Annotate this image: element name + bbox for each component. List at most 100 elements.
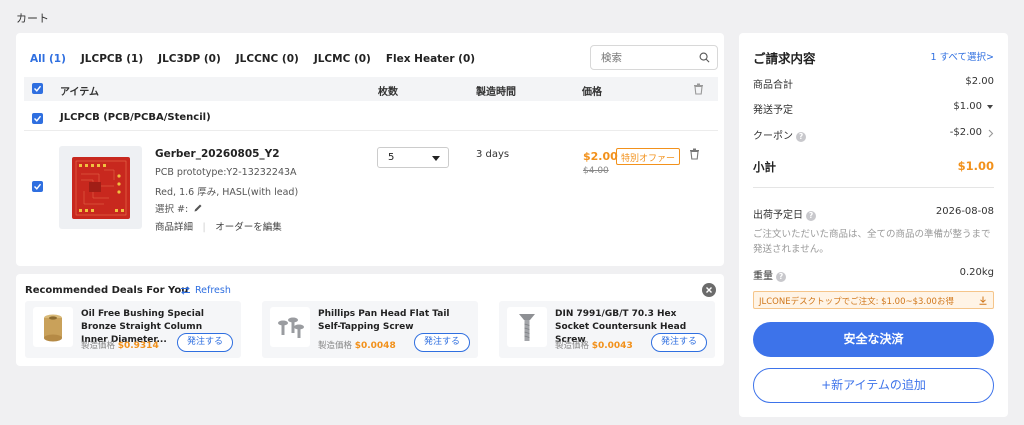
deal-price: 製造価格 $0.0048 (318, 339, 396, 351)
ship-date-row: 出荷予定日? 2026-08-08 (753, 206, 994, 221)
ship-date-label: 出荷予定日 (753, 210, 803, 221)
banner-text: JLCONEデスクトップでご注文: $1.00~$3.00お得 (759, 297, 954, 307)
tab-jlc3dp[interactable]: JLC3DP (0) (158, 53, 221, 67)
quantity-value: 5 (388, 152, 395, 163)
tab-jlcpcb[interactable]: JLCPCB (1) (81, 53, 143, 67)
refresh-label: Refresh (195, 285, 231, 296)
pencil-icon[interactable] (193, 203, 203, 213)
ship-date-value: 2026-08-08 (935, 206, 994, 217)
order-button[interactable]: 発注する (414, 333, 470, 352)
item-old-price: $4.00 (583, 166, 609, 176)
total-row: 小計 $1.00 (753, 159, 994, 175)
product-detail-link[interactable]: 商品詳細 (155, 222, 193, 233)
select-all-checkbox[interactable] (32, 83, 43, 94)
deal-price-label: 製造価格 (318, 341, 353, 351)
caret-down-icon (432, 156, 440, 161)
header-item: アイテム (60, 87, 99, 98)
bushing-image (33, 307, 73, 347)
subtotal-label: 商品合計 (753, 80, 793, 91)
header-price: 価格 (582, 87, 602, 98)
item-spec: Red, 1.6 厚み, HASL(with lead) (155, 187, 299, 198)
subtotal-value: $2.00 (965, 76, 994, 87)
shipping-note: ご注文いただいた商品は、全ての商品の準備が整うまで発送されません。 (753, 229, 991, 255)
recommended-panel: Recommended Deals For You Refresh Oil Fr… (16, 274, 724, 366)
item-trash-icon[interactable] (689, 148, 700, 160)
deal-name: Phillips Pan Head Flat Tail Self-Tapping… (318, 309, 450, 332)
coupon-label: クーポン (753, 131, 793, 142)
deal-price: 製造価格 $0.9314 (81, 339, 159, 351)
hex-screw-image (507, 307, 547, 347)
select-number-label: 選択 #: (155, 204, 189, 215)
screws-image (270, 307, 310, 347)
order-button[interactable]: 発注する (177, 333, 233, 352)
total-value: $1.00 (957, 159, 994, 173)
search-icon[interactable] (699, 52, 710, 63)
weight-value: 0.20kg (959, 267, 994, 278)
secure-checkout-button[interactable]: 安全な決済 (753, 322, 994, 357)
weight-row: 重量? 0.20kg (753, 267, 994, 282)
table-header: アイテム 枚数 製造時間 価格 (24, 77, 718, 101)
build-time: 3 days (476, 149, 510, 160)
group-row: JLCPCB (PCB/PCBA/Stencil) (24, 107, 718, 131)
weight-label: 重量 (753, 271, 773, 282)
total-label: 小計 (753, 160, 776, 174)
deal-price-value: $0.0048 (354, 341, 396, 351)
pcb-thumbnail[interactable] (59, 146, 142, 229)
header-qty: 枚数 (378, 87, 398, 98)
help-icon[interactable]: ? (806, 211, 816, 221)
refresh-button[interactable]: Refresh (180, 285, 231, 296)
item-checkbox[interactable] (32, 181, 43, 192)
cart-panel: All (1) JLCPCB (1) JLC3DP (0) JLCCNC (0)… (16, 33, 724, 266)
item-price: $2.00 (583, 150, 618, 163)
select-all-link[interactable]: 1 すべて選択> (931, 49, 994, 63)
search-box (590, 45, 718, 70)
shipping-label: 発送予定 (753, 105, 793, 116)
help-icon[interactable]: ? (776, 272, 786, 282)
group-checkbox[interactable] (32, 113, 43, 124)
recommended-title: Recommended Deals For You (25, 285, 189, 296)
swap-icon (181, 286, 190, 295)
summary-divider (753, 187, 994, 188)
item-select-label: 選択 #: (155, 201, 203, 215)
tab-flex-heater[interactable]: Flex Heater (0) (386, 53, 475, 67)
close-icon[interactable] (702, 283, 716, 297)
deal-price-label: 製造価格 (81, 341, 116, 351)
item-name[interactable]: Gerber_20260805_Y2 (155, 148, 280, 160)
tab-jlccnc[interactable]: JLCCNC (0) (236, 53, 299, 67)
item-prototype: PCB prototype:Y2-13232243A (155, 167, 297, 178)
deal-card[interactable]: DIN 7991/GB/T 70.3 Hex Socket Countersun… (499, 301, 715, 358)
deal-price-value: $0.9314 (117, 341, 159, 351)
shipping-value: $1.00 (953, 101, 982, 112)
desktop-app-banner[interactable]: JLCONEデスクトップでご注文: $1.00~$3.00お得 (753, 291, 994, 309)
tab-jlcmc[interactable]: JLCMC (0) (314, 53, 371, 67)
search-input[interactable] (591, 46, 691, 69)
link-divider: | (202, 222, 206, 233)
coupon-row[interactable]: クーポン? -$2.00 (753, 127, 994, 142)
special-offer-badge[interactable]: 特別オファー (616, 148, 681, 165)
header-time: 製造時間 (476, 87, 516, 98)
chevron-right-icon[interactable] (988, 129, 994, 138)
coupon-value: -$2.00 (949, 127, 982, 138)
help-icon[interactable]: ? (796, 132, 806, 142)
tab-all[interactable]: All (1) (30, 53, 66, 67)
deal-card[interactable]: Oil Free Bushing Special Bronze Straight… (25, 301, 241, 358)
group-label: JLCPCB (PCB/PCBA/Stencil) (60, 112, 211, 123)
deal-price-value: $0.0043 (591, 341, 633, 351)
summary-title: ご請求内容 (753, 51, 816, 66)
subtotal-row: 商品合計 $2.00 (753, 76, 994, 91)
edit-order-link[interactable]: オーダーを編集 (215, 222, 282, 233)
trash-icon[interactable] (693, 83, 704, 95)
pcb-image (72, 157, 130, 219)
order-button[interactable]: 発注する (651, 333, 707, 352)
billing-summary: ご請求内容 1 すべて選択> 商品合計 $2.00 発送予定 $1.00 クーポ… (739, 33, 1008, 417)
deal-card[interactable]: Phillips Pan Head Flat Tail Self-Tapping… (262, 301, 478, 358)
caret-down-icon[interactable] (987, 105, 993, 109)
download-icon[interactable] (979, 296, 987, 305)
deal-price: 製造価格 $0.0043 (555, 339, 633, 351)
breadcrumb: カート (16, 12, 49, 25)
item-links: 商品詳細 | オーダーを編集 (155, 219, 282, 233)
add-item-button[interactable]: +新アイテムの追加 (753, 368, 994, 403)
deal-price-label: 製造価格 (555, 341, 590, 351)
quantity-select[interactable]: 5 (377, 147, 449, 168)
shipping-row[interactable]: 発送予定 $1.00 (753, 101, 994, 116)
